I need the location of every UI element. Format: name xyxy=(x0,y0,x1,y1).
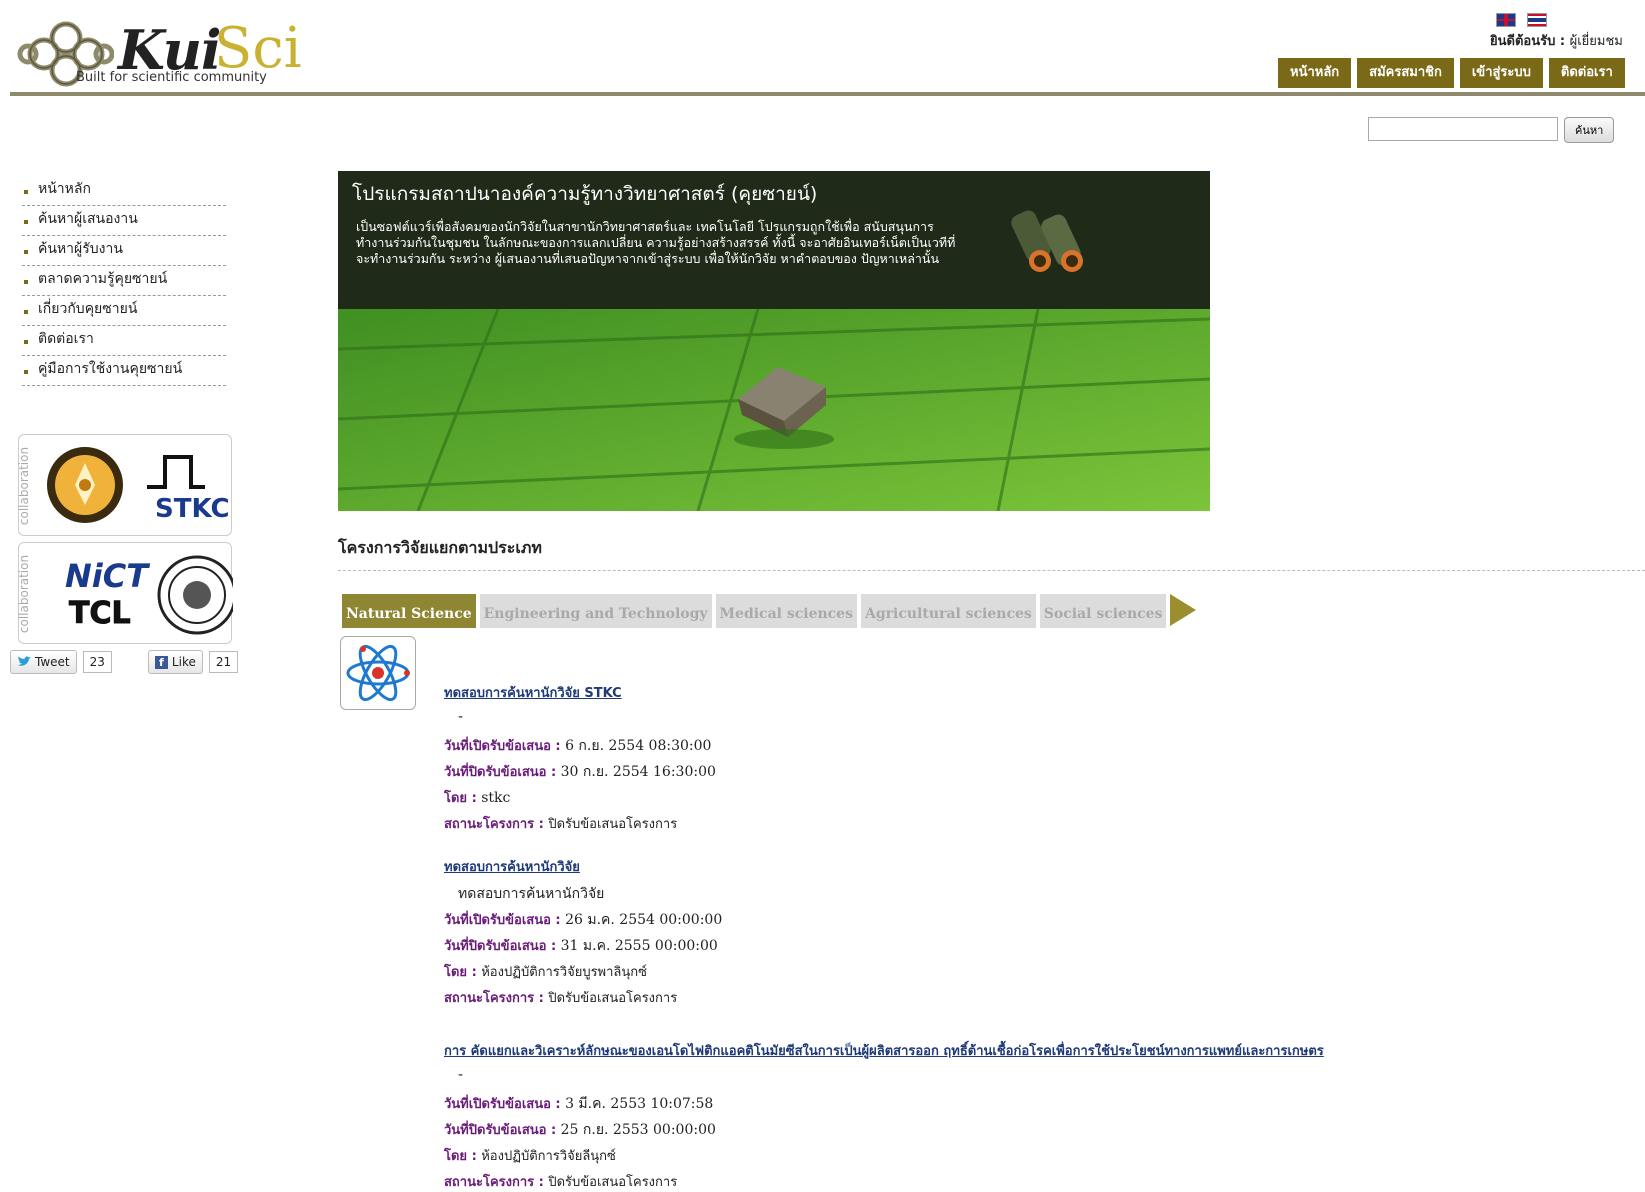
collaboration-label: collaboration xyxy=(17,446,32,526)
close-date-value: 31 ม.ค. 2555 00:00:00 xyxy=(560,938,718,954)
hero-banner: โปรแกรมสถาปนาองค์ความรู้ทางวิทยาศาสตร์ (… xyxy=(338,171,1210,511)
tcl-logo-icon: TCL xyxy=(69,596,131,631)
banner-caption: โปรแกรมสถาปนาองค์ความรู้ทางวิทยาศาสตร์ (… xyxy=(338,171,1210,309)
owner-value: ห้องปฏิบัติการวิจัยบูรพาลินุกซ์ xyxy=(481,965,647,980)
sidebar-item-about[interactable]: เกี่ยวกับคุยซายน์ xyxy=(22,296,226,326)
banner-title: โปรแกรมสถาปนาองค์ความรู้ทางวิทยาศาสตร์ (… xyxy=(352,183,818,205)
sidebar-item-contact[interactable]: ติดต่อเรา xyxy=(22,326,226,356)
banner-description: เป็นซอฟต์แวร์เพื่อสังคมของนักวิจัยในสาขา… xyxy=(356,219,956,266)
site-logo[interactable]: Kui Sci Built for scientific community xyxy=(14,14,302,90)
project-description: - xyxy=(458,709,464,725)
svg-text:STKC: STKC xyxy=(155,494,230,524)
binoculars-icon xyxy=(1011,210,1083,272)
owner-label: โดย : xyxy=(444,1149,477,1164)
tab-agricultural-sciences[interactable]: Agricultural sciences xyxy=(860,594,1036,628)
status-label: สถานะโครงการ : xyxy=(444,817,544,832)
university-seal-icon xyxy=(47,447,123,523)
tweet-count: 23 xyxy=(82,651,112,673)
close-date-value: 25 ก.ย. 2553 00:00:00 xyxy=(560,1122,716,1138)
tab-social-sciences[interactable]: Social sciences xyxy=(1039,594,1167,628)
header-divider xyxy=(10,92,1645,96)
status-value: ปิดรับข้อเสนอโครงการ xyxy=(548,817,678,832)
category-image xyxy=(340,636,416,710)
project-title-link[interactable]: ทดสอบการค้นหานักวิจัย STKC xyxy=(444,682,1594,703)
open-date-value: 26 ม.ค. 2554 00:00:00 xyxy=(565,912,723,928)
close-date-label: วันที่ปิดรับข้อเสนอ : xyxy=(444,1123,557,1138)
sidebar-item-knowledge-market[interactable]: ตลาดความรู้คุยซายน์ xyxy=(22,266,226,296)
search-bar: ค้นหา xyxy=(1368,117,1615,143)
category-tabs: Natural Science Engineering and Technolo… xyxy=(342,594,1197,628)
owner-value: ห้องปฏิบัติการวิจัยลีนุกซ์ xyxy=(481,1149,616,1164)
sidebar-item-manual[interactable]: คู่มือการใช้งานคุยซายน์ xyxy=(22,356,226,386)
sidebar-item-find-receiver[interactable]: ค้นหาผู้รับงาน xyxy=(22,236,226,266)
nict-logo-icon: NiCT xyxy=(65,557,150,595)
sidebar-menu: หน้าหลัก ค้นหาผู้เสนองาน ค้นหาผู้รับงาน … xyxy=(22,176,226,386)
status-label: สถานะโครงการ : xyxy=(444,991,544,1006)
language-switcher xyxy=(1496,12,1553,31)
nav-home[interactable]: หน้าหลัก xyxy=(1278,58,1352,88)
project-item: ทดสอบการค้นหานักวิจัย ทดสอบการค้นหานักวิ… xyxy=(444,856,1594,1006)
welcome-text: ยินดีต้อนรับ : ผู้เยี่ยมชม xyxy=(1490,30,1623,51)
search-input[interactable] xyxy=(1368,117,1558,141)
like-label: Like xyxy=(171,655,196,669)
open-date-value: 3 มี.ค. 2553 10:07:58 xyxy=(565,1096,714,1112)
welcome-label: ยินดีต้อนรับ : xyxy=(1490,34,1566,49)
top-nav: หน้าหลัก สมัครสมาชิก เข้าสู่ระบบ ติดต่อเ… xyxy=(1278,58,1625,88)
rice-field-image xyxy=(338,309,1210,511)
twitter-bird-icon xyxy=(18,656,31,666)
welcome-user: ผู้เยี่ยมชม xyxy=(1569,34,1623,49)
close-date-value: 30 ก.ย. 2554 16:30:00 xyxy=(560,764,716,780)
tab-medical-sciences[interactable]: Medical sciences xyxy=(715,594,857,628)
social-buttons: Tweet 23 f Like 21 xyxy=(10,650,239,674)
project-item: การ คัดแยกและวิเคราะห์ลักษณะของเอนโดไฟติ… xyxy=(444,1040,1594,1190)
partner-logos-1: STKC xyxy=(47,447,230,524)
like-count: 21 xyxy=(208,651,239,673)
collaboration-box-2: collaboration NiCT TCL xyxy=(17,542,233,644)
open-date-label: วันที่เปิดรับข้อเสนอ : xyxy=(444,1097,561,1112)
owner-label: โดย : xyxy=(444,965,477,980)
project-description: ทดสอบการค้นหานักวิจัย xyxy=(458,886,605,902)
collaboration-label: collaboration xyxy=(17,554,32,634)
stkc-logo-icon: STKC xyxy=(147,455,230,524)
project-description: - xyxy=(458,1067,464,1083)
burapha-seal-icon xyxy=(157,555,233,635)
open-date-label: วันที่เปิดรับข้อเสนอ : xyxy=(444,739,561,754)
tweet-label: Tweet xyxy=(35,655,70,669)
search-button[interactable]: ค้นหา xyxy=(1564,117,1615,143)
open-date-label: วันที่เปิดรับข้อเสนอ : xyxy=(444,913,561,928)
site-header: Kui Sci Built for scientific community ย… xyxy=(0,0,1645,96)
sidebar-item-home[interactable]: หน้าหลัก xyxy=(22,176,226,206)
project-item: ทดสอบการค้นหานักวิจัย STKC - วันที่เปิดร… xyxy=(444,682,1594,832)
status-value: ปิดรับข้อเสนอโครงการ xyxy=(548,991,678,1006)
close-date-label: วันที่ปิดรับข้อเสนอ : xyxy=(444,765,557,780)
partner-logos-2: NiCT TCL xyxy=(65,555,233,635)
owner-value: stkc xyxy=(481,790,511,806)
tweet-button[interactable]: Tweet xyxy=(10,650,77,674)
english-flag-icon[interactable] xyxy=(1496,13,1516,27)
section-divider xyxy=(338,570,1645,571)
tab-natural-science[interactable]: Natural Science xyxy=(342,594,476,628)
project-title-link[interactable]: ทดสอบการค้นหานักวิจัย xyxy=(444,856,1594,877)
open-date-value: 6 ก.ย. 2554 08:30:00 xyxy=(565,738,712,754)
next-arrow-icon[interactable] xyxy=(1170,594,1197,626)
nav-login[interactable]: เข้าสู่ระบบ xyxy=(1459,58,1543,88)
facebook-like-button[interactable]: f Like xyxy=(147,650,203,674)
nav-contact[interactable]: ติดต่อเรา xyxy=(1548,58,1625,88)
thai-flag-icon[interactable] xyxy=(1527,13,1548,27)
sidebar-item-find-proposer[interactable]: ค้นหาผู้เสนองาน xyxy=(22,206,226,236)
atom-icon xyxy=(346,644,410,702)
collaboration-box-1: collaboration STKC xyxy=(17,434,232,536)
nav-register[interactable]: สมัครสมาชิก xyxy=(1357,58,1454,88)
categories-heading: โครงการวิจัยแยกตามประเภท xyxy=(338,538,542,557)
owner-label: โดย : xyxy=(444,791,477,806)
tagline: Built for scientific community xyxy=(76,70,267,85)
project-title-link[interactable]: การ คัดแยกและวิเคราะห์ลักษณะของเอนโดไฟติ… xyxy=(444,1040,1594,1061)
tab-engineering-technology[interactable]: Engineering and Technology xyxy=(479,594,712,628)
close-date-label: วันที่ปิดรับข้อเสนอ : xyxy=(444,939,557,954)
facebook-icon: f xyxy=(154,655,168,669)
